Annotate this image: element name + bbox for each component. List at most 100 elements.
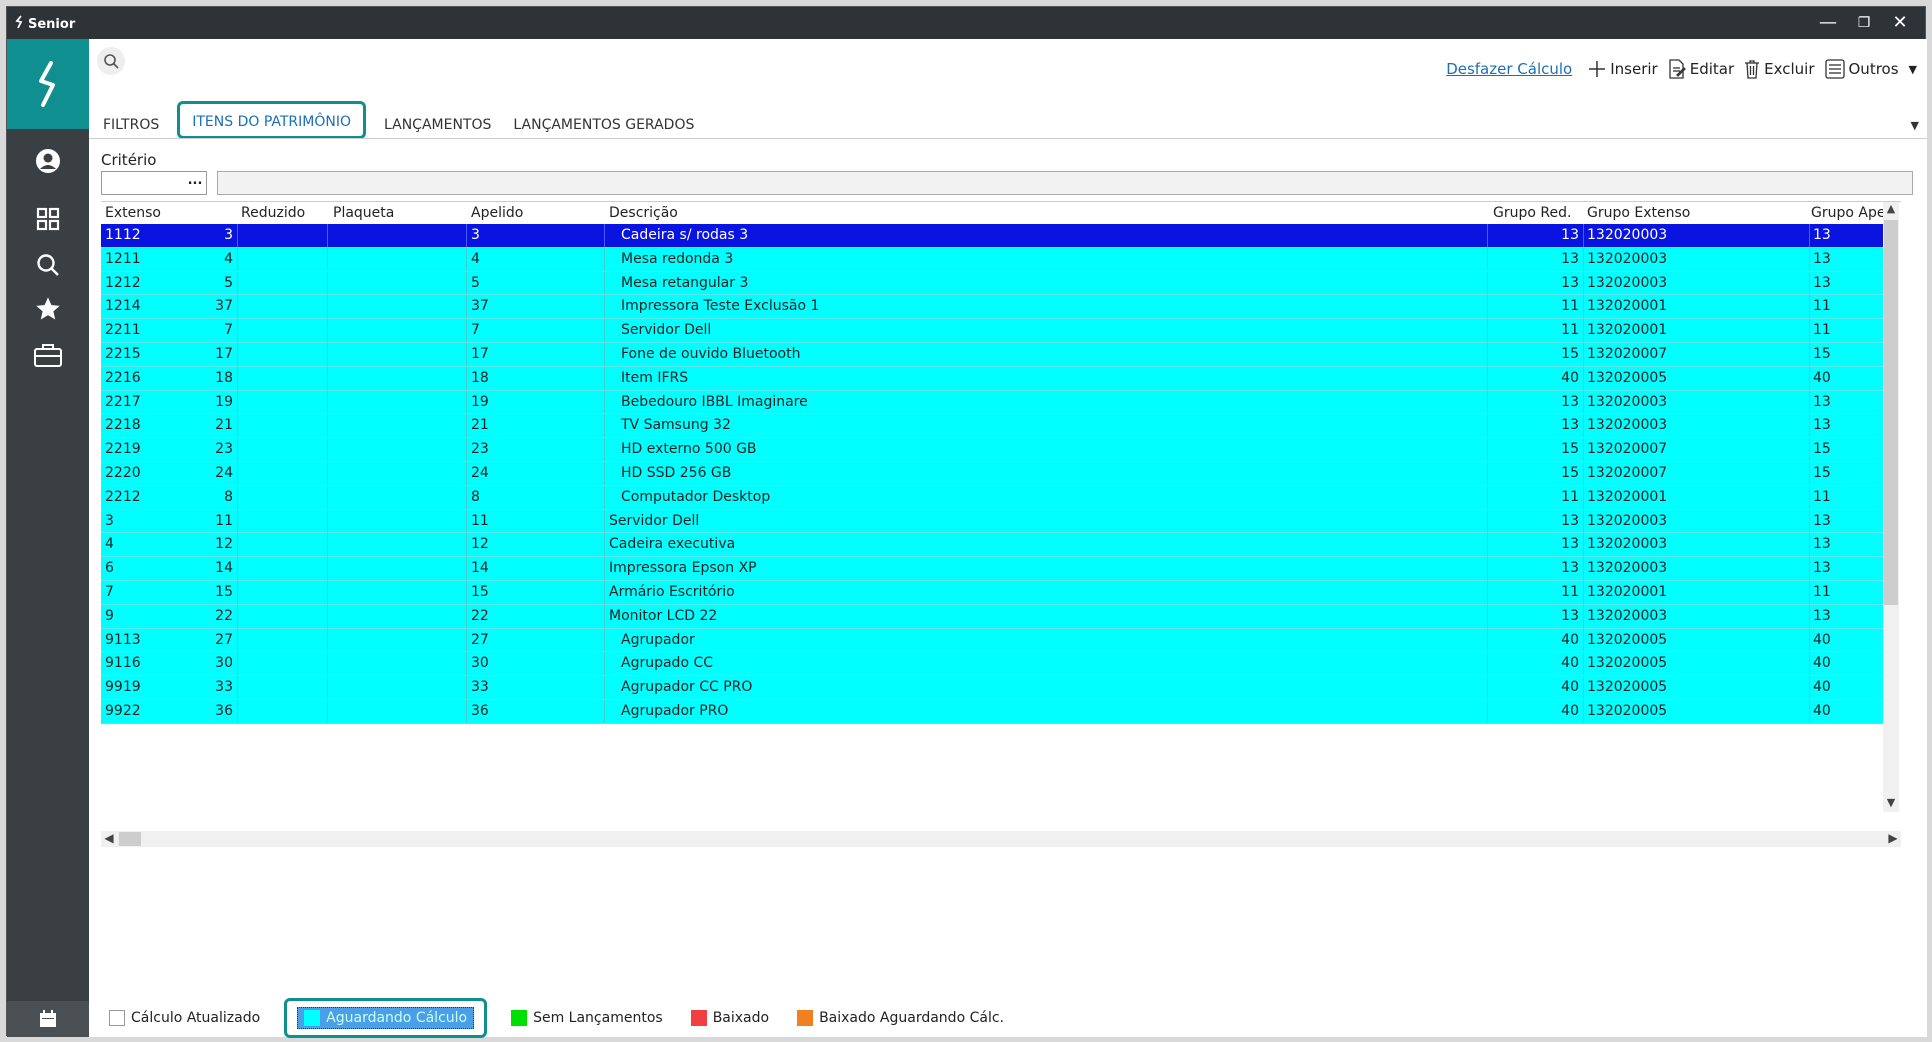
table-row[interactable]: 9113 27 27 Agrupador 40 132020005 40 bbox=[101, 628, 1891, 653]
cell-divider bbox=[604, 366, 605, 390]
table-row[interactable]: 3 11 11 Servidor Dell 13 132020003 13 bbox=[101, 509, 1891, 534]
col-header-grupo-extenso[interactable]: Grupo Extenso bbox=[1587, 205, 1690, 221]
col-header-apelido[interactable]: Apelido bbox=[471, 205, 523, 221]
cell-divider bbox=[1487, 319, 1488, 342]
cell-extenso: 2212 bbox=[105, 488, 141, 505]
cell-reduzido: 23 bbox=[215, 441, 233, 458]
table-row[interactable]: 2212 8 8 Computador Desktop 11 132020001 11 bbox=[101, 485, 1891, 510]
table-row[interactable]: 2217 19 19 Bebedouro IBBL Imaginare 13 132020… bbox=[101, 390, 1891, 415]
vertical-scroll-thumb[interactable] bbox=[1884, 220, 1898, 605]
cell-divider bbox=[1583, 247, 1584, 271]
cell-divider bbox=[237, 438, 238, 461]
scroll-up-icon[interactable]: ▲ bbox=[1883, 202, 1899, 218]
horizontal-scrollbar[interactable]: ◀ ▶ bbox=[101, 831, 1901, 847]
legend-baixado-aguardando[interactable]: Baixado Aguardando Cálc. bbox=[797, 1010, 1004, 1026]
cell-divider bbox=[1809, 485, 1810, 509]
table-row[interactable]: 2220 24 24 HD SSD 256 GB 15 132020007 15 bbox=[101, 461, 1891, 486]
table-row[interactable]: 6 14 14 Impressora Epson XP 13 132020003 13 bbox=[101, 557, 1891, 581]
tabs-overflow-icon[interactable]: ▼ bbox=[1911, 119, 1919, 132]
table-row[interactable]: 2219 23 23 HD externo 500 GB 15 132020007 15 bbox=[101, 438, 1891, 462]
others-label: Outros bbox=[1848, 60, 1899, 78]
tab-filtros[interactable]: FILTROS bbox=[99, 117, 163, 137]
scroll-right-icon[interactable]: ▶ bbox=[1885, 831, 1901, 847]
cell-grupo-apel: 15 bbox=[1813, 441, 1831, 458]
table-row[interactable]: 9 22 22 Monitor LCD 22 13 132020003 13 bbox=[101, 604, 1891, 629]
table-row[interactable]: 4 12 12 Cadeira executiva 13 132020003 13 bbox=[101, 533, 1891, 558]
cell-divider bbox=[466, 390, 467, 414]
criteria-lookup-button[interactable]: ... bbox=[185, 172, 205, 194]
col-header-reduzido[interactable]: Reduzido bbox=[241, 205, 305, 221]
apps-grid-icon[interactable] bbox=[7, 197, 89, 241]
insert-button[interactable]: Inserir bbox=[1588, 60, 1658, 78]
table-row[interactable]: 9116 30 30 Agrupado CC 40 132020005 40 bbox=[101, 652, 1891, 677]
table-row[interactable]: 1214 37 37 Impressora Teste Exclusão 1 11 132… bbox=[101, 295, 1891, 320]
search-icon[interactable] bbox=[7, 243, 89, 287]
scroll-left-icon[interactable]: ◀ bbox=[101, 831, 117, 847]
cell-divider bbox=[327, 580, 328, 604]
briefcase-icon[interactable] bbox=[7, 333, 89, 377]
others-menu-button[interactable]: Outros ▼ bbox=[1824, 59, 1917, 79]
cell-apelido: 11 bbox=[471, 512, 489, 529]
cell-divider bbox=[1583, 485, 1584, 509]
sidebar-logo[interactable] bbox=[7, 39, 89, 129]
cell-divider bbox=[237, 580, 238, 604]
cell-divider bbox=[604, 485, 605, 509]
col-header-grupo-apel[interactable]: Grupo Apel bbox=[1811, 205, 1889, 221]
table-row[interactable]: 7 15 15 Armário Escritório 11 132020001 11 bbox=[101, 580, 1891, 605]
cell-divider bbox=[1583, 699, 1584, 723]
cell-divider bbox=[1583, 557, 1584, 580]
cell-grupo-red: 13 bbox=[1561, 512, 1579, 529]
cell-reduzido: 17 bbox=[215, 345, 233, 362]
col-header-grupo-red[interactable]: Grupo Red. bbox=[1493, 205, 1571, 221]
cell-grupo-red: 40 bbox=[1561, 655, 1579, 672]
cell-divider bbox=[1809, 390, 1810, 414]
search-button[interactable] bbox=[97, 47, 125, 75]
cell-reduzido: 15 bbox=[215, 583, 233, 600]
edit-button[interactable]: Editar bbox=[1668, 59, 1734, 79]
cell-descricao: Agrupador CC PRO bbox=[621, 679, 753, 696]
delete-button[interactable]: Excluir bbox=[1744, 59, 1815, 79]
cell-grupo-apel: 11 bbox=[1813, 583, 1831, 600]
table-row[interactable]: 9922 36 36 Agrupador PRO 40 132020005 40 bbox=[101, 699, 1891, 724]
vertical-scrollbar[interactable]: ▲ ▼ bbox=[1883, 202, 1899, 812]
user-icon[interactable] bbox=[7, 139, 89, 183]
minimize-button[interactable]: — bbox=[1811, 10, 1845, 36]
table-row[interactable]: 1211 4 4 Mesa redonda 3 13 132020003 13 bbox=[101, 247, 1891, 272]
table-row[interactable]: 2211 7 7 Servidor Dell 11 132020001 11 bbox=[101, 319, 1891, 343]
cell-grupo-extenso: 132020003 bbox=[1587, 393, 1668, 410]
legend-aguardando-calculo[interactable]: Aguardando Cálculo bbox=[284, 998, 488, 1038]
legend-swatch bbox=[690, 1010, 707, 1026]
calendar-icon[interactable] bbox=[7, 1001, 89, 1037]
scroll-down-icon[interactable]: ▼ bbox=[1883, 796, 1899, 812]
table-row[interactable]: 1112 3 3 Cadeira s/ rodas 3 13 132020003 13 bbox=[101, 224, 1891, 248]
cell-grupo-red: 40 bbox=[1561, 702, 1579, 719]
insert-label: Inserir bbox=[1610, 60, 1658, 78]
cell-divider bbox=[327, 699, 328, 723]
table-row[interactable]: 2218 21 21 TV Samsung 32 13 132020003 13 bbox=[101, 414, 1891, 439]
tab-itens-patrimonio[interactable]: ITENS DO PATRIMÔNIO bbox=[177, 101, 367, 139]
cell-apelido: 3 bbox=[471, 227, 480, 243]
cell-divider bbox=[604, 676, 605, 699]
legend-sem-lancamentos[interactable]: Sem Lançamentos bbox=[511, 1010, 663, 1026]
cell-divider bbox=[466, 224, 467, 247]
col-header-descricao[interactable]: Descrição bbox=[609, 205, 678, 221]
undo-calculation-link[interactable]: Desfazer Cálculo bbox=[1446, 60, 1572, 78]
cell-divider bbox=[237, 342, 238, 366]
horizontal-scroll-thumb[interactable] bbox=[119, 832, 141, 846]
col-header-extenso[interactable]: Extenso bbox=[105, 205, 161, 221]
table-row[interactable]: 1212 5 5 Mesa retangular 3 13 132020003 13 bbox=[101, 271, 1891, 296]
tab-lancamentos[interactable]: LANÇAMENTOS bbox=[380, 117, 495, 137]
cell-extenso: 7 bbox=[105, 583, 114, 600]
table-row[interactable]: 2216 18 18 Item IFRS 40 132020005 40 bbox=[101, 366, 1891, 391]
legend-swatch bbox=[304, 1010, 321, 1026]
legend-baixado[interactable]: Baixado bbox=[690, 1010, 769, 1026]
legend-calculo-atualizado[interactable]: Cálculo Atualizado bbox=[109, 1010, 260, 1026]
cell-divider bbox=[466, 319, 467, 342]
table-row[interactable]: 2215 17 17 Fone de ouvido Bluetooth 15 132020… bbox=[101, 342, 1891, 367]
star-icon[interactable] bbox=[7, 287, 89, 331]
close-button[interactable]: ✕ bbox=[1883, 10, 1917, 36]
col-header-plaqueta[interactable]: Plaqueta bbox=[333, 205, 394, 221]
table-row[interactable]: 9919 33 33 Agrupador CC PRO 40 132020005 40 bbox=[101, 676, 1891, 700]
tab-lancamentos-gerados[interactable]: LANÇAMENTOS GERADOS bbox=[509, 117, 698, 137]
restore-button[interactable]: ❐ bbox=[1847, 10, 1881, 36]
